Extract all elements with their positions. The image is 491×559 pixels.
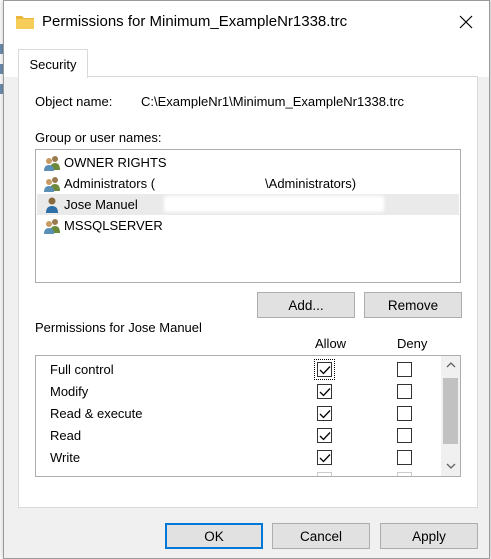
- remove-button[interactable]: Remove: [364, 292, 462, 318]
- allow-checkbox[interactable]: [314, 359, 335, 380]
- permission-row-modify: Modify: [36, 381, 441, 403]
- close-icon: [459, 15, 473, 29]
- object-name-value: C:\ExampleNr1\Minimum_ExampleNr1338.trc: [141, 94, 404, 109]
- deny-checkbox[interactable]: [397, 450, 412, 465]
- deny-column-header: Deny: [397, 336, 428, 351]
- apply-button[interactable]: Apply: [380, 523, 478, 549]
- title-bar: Permissions for Minimum_ExampleNr1338.tr…: [4, 1, 489, 43]
- add-button-label: Add...: [288, 297, 324, 313]
- allow-checkbox[interactable]: [317, 450, 332, 465]
- checkmark-icon: [319, 387, 330, 396]
- list-item-label: MSSQLSERVER: [64, 218, 163, 233]
- permission-row-read: Read: [36, 425, 441, 447]
- cancel-button[interactable]: Cancel: [272, 523, 370, 549]
- deny-checkbox[interactable]: [397, 428, 412, 443]
- permission-row-full-control: Full control: [36, 359, 441, 381]
- allow-column-header: Allow: [315, 336, 347, 351]
- tab-label: Security: [29, 56, 77, 72]
- chevron-up-icon: [446, 361, 455, 367]
- cancel-button-label: Cancel: [299, 528, 343, 544]
- scroll-down-button[interactable]: [441, 457, 460, 474]
- ok-button-label: OK: [204, 528, 224, 544]
- apply-button-label: Apply: [412, 528, 446, 544]
- list-item-administrators[interactable]: Administrators ( \Administrators): [37, 173, 459, 194]
- permission-row-write: Write: [36, 447, 441, 469]
- users-icon: [44, 176, 60, 192]
- deny-checkbox[interactable]: [397, 472, 412, 476]
- list-item-label: Jose Manuel: [64, 197, 138, 212]
- permission-row-cut-off: [36, 469, 441, 476]
- permission-row-read-execute: Read & execute: [36, 403, 441, 425]
- group-names-label: Group or user names:: [35, 130, 162, 145]
- tab-security[interactable]: Security: [18, 49, 88, 78]
- users-icon: [44, 218, 60, 234]
- redaction-smear: [164, 196, 384, 212]
- users-icon: [44, 155, 60, 171]
- close-button[interactable]: [443, 1, 489, 43]
- deny-checkbox[interactable]: [397, 362, 412, 377]
- checkmark-icon: [319, 453, 330, 462]
- permission-name: Read & execute: [50, 406, 143, 421]
- window-title: Permissions for Minimum_ExampleNr1338.tr…: [42, 13, 348, 30]
- permission-name: Read: [50, 428, 82, 443]
- allow-checkbox[interactable]: [317, 428, 332, 443]
- permission-name: Full control: [50, 362, 114, 377]
- list-item-owner-rights[interactable]: OWNER RIGHTS: [37, 152, 459, 173]
- remove-button-label: Remove: [387, 297, 439, 313]
- user-list[interactable]: OWNER RIGHTS Administrators ( \Administr…: [35, 149, 461, 283]
- user-icon: [46, 197, 58, 213]
- allow-checkbox[interactable]: [317, 384, 332, 399]
- permissions-dialog: Permissions for Minimum_ExampleNr1338.tr…: [3, 0, 490, 559]
- permissions-for-label: Permissions for Jose Manuel: [35, 320, 202, 335]
- object-name-label: Object name:: [35, 94, 113, 109]
- folder-icon: [16, 16, 34, 29]
- scroll-thumb[interactable]: [443, 378, 458, 444]
- vertical-scrollbar[interactable]: [441, 356, 460, 476]
- tab-strip: Security: [4, 43, 489, 78]
- deny-checkbox[interactable]: [397, 406, 412, 421]
- permission-name: Modify: [50, 384, 89, 399]
- checkmark-icon: [319, 365, 330, 374]
- permission-name: Write: [50, 450, 81, 465]
- list-item-label: Administrators (: [64, 176, 156, 191]
- add-button[interactable]: Add...: [257, 292, 355, 318]
- permissions-list[interactable]: Full control Modify Read & execute Read …: [35, 355, 461, 477]
- list-item-mssqlserver[interactable]: MSSQLSERVER: [37, 215, 459, 236]
- chevron-down-icon: [446, 463, 455, 469]
- ok-button[interactable]: OK: [165, 523, 263, 549]
- permissions-sub-label-blurred: [35, 336, 125, 348]
- checkmark-icon: [319, 431, 330, 440]
- allow-checkbox[interactable]: [317, 406, 332, 421]
- scroll-up-button[interactable]: [441, 356, 460, 373]
- deny-checkbox[interactable]: [397, 384, 412, 399]
- security-panel: Object name: C:\ExampleNr1\Minimum_Examp…: [18, 76, 478, 508]
- list-item-label: OWNER RIGHTS: [64, 155, 167, 170]
- checkmark-icon: [319, 409, 330, 418]
- list-item-label-suffix: \Administrators): [265, 176, 357, 191]
- allow-checkbox[interactable]: [317, 472, 332, 476]
